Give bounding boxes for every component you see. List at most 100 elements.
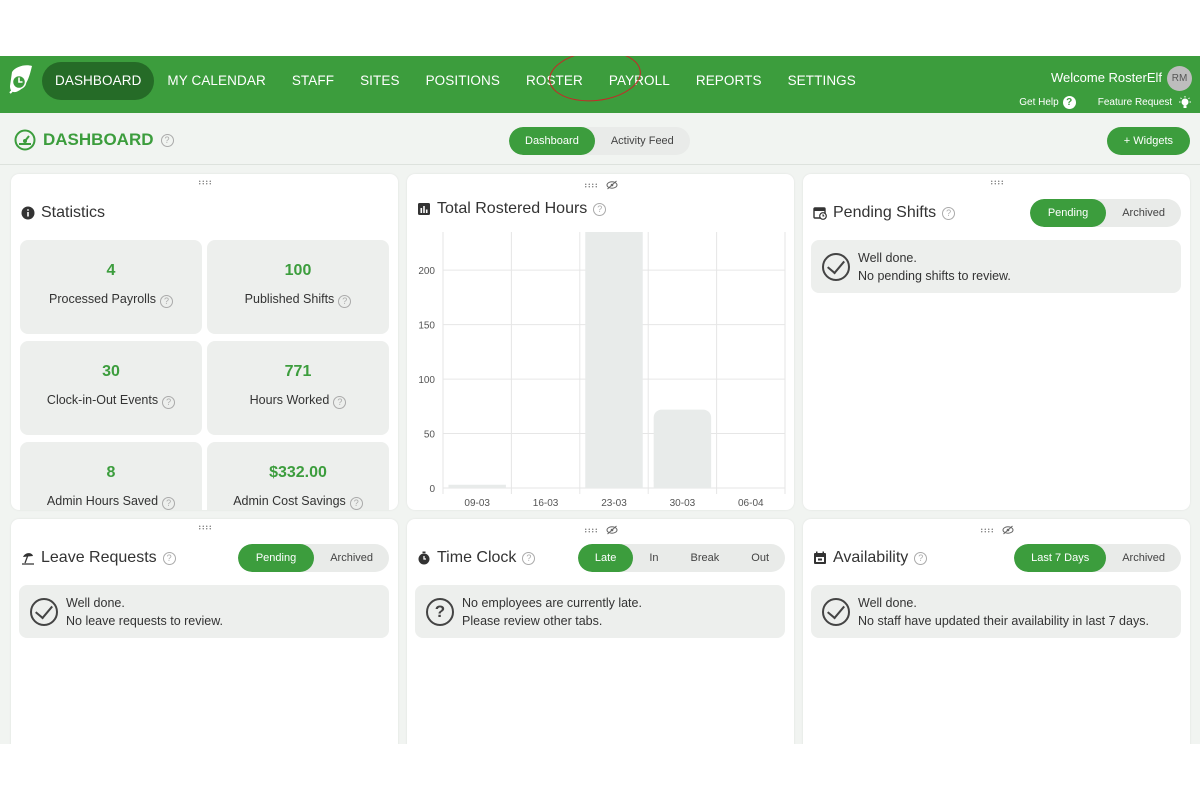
- nav-my-calendar[interactable]: MY CALENDAR: [154, 62, 278, 100]
- stat-tile: 8 Admin Hours Saved?: [20, 442, 202, 510]
- rostered-hours-title-text: Total Rostered Hours: [437, 200, 588, 217]
- message-text: Well done. No staff have updated their a…: [858, 594, 1149, 630]
- tab-archived[interactable]: Archived: [1106, 544, 1181, 572]
- nav-menu: DASHBOARD MY CALENDAR STAFF SITES POSITI…: [42, 62, 869, 100]
- help-icon[interactable]: ?: [162, 396, 176, 409]
- stat-label-text: Hours Worked: [249, 393, 330, 407]
- help-icon[interactable]: ?: [914, 551, 928, 565]
- nav-sites[interactable]: SITES: [347, 62, 413, 100]
- x-tick-label: 06-04: [738, 498, 764, 509]
- tab-last-7-days[interactable]: Last 7 Days: [1014, 544, 1107, 572]
- message-line-2: No leave requests to review.: [66, 613, 224, 628]
- tab-pending[interactable]: Pending: [1029, 199, 1107, 227]
- availability-message: Well done. No staff have updated their a…: [811, 585, 1181, 638]
- leave-requests-message: Well done. No leave requests to review.: [19, 585, 389, 638]
- page-title: DASHBOARD ?: [14, 129, 174, 151]
- help-links: Get Help? Feature Request: [1019, 96, 1192, 109]
- help-icon[interactable]: ?: [593, 202, 607, 216]
- drag-handle[interactable]: [583, 180, 618, 190]
- time-clock-card: Time Clock ? Late In Break Out ? No empl…: [407, 519, 794, 744]
- time-clock-title-text: Time Clock: [437, 549, 517, 566]
- stat-label-text: Admin Hours Saved: [46, 494, 159, 508]
- hide-eye-icon[interactable]: [606, 525, 618, 535]
- stat-tile: 100 Published Shifts?: [207, 240, 389, 334]
- y-tick-label: 0: [429, 484, 435, 495]
- help-icon[interactable]: ?: [522, 551, 536, 565]
- help-icon[interactable]: ?: [349, 497, 363, 510]
- drag-handle[interactable]: [989, 180, 1004, 185]
- tab-dashboard[interactable]: Dashboard: [509, 127, 595, 155]
- help-icon[interactable]: ?: [162, 551, 176, 565]
- tab-break[interactable]: Break: [675, 544, 736, 572]
- help-icon[interactable]: ?: [160, 133, 174, 147]
- stat-label-text: Clock-in-Out Events: [46, 393, 159, 407]
- get-help-link[interactable]: Get Help?: [1019, 96, 1076, 109]
- question-circle-icon: ?: [426, 597, 454, 626]
- help-icon[interactable]: ?: [160, 295, 173, 308]
- welcome-text: Welcome RosterElf: [1050, 70, 1162, 85]
- nav-payroll[interactable]: PAYROLL: [596, 62, 683, 100]
- message-text: Well done. No pending shifts to review.: [858, 249, 1011, 285]
- add-widgets-button[interactable]: + Widgets: [1106, 127, 1190, 155]
- message-text: Well done. No leave requests to review.: [66, 594, 223, 630]
- bar: [448, 484, 506, 488]
- tab-activity-feed[interactable]: Activity Feed: [595, 127, 690, 155]
- x-tick-label: 16-03: [533, 498, 559, 509]
- drag-handle[interactable]: [197, 180, 212, 185]
- tab-out[interactable]: Out: [735, 544, 785, 572]
- help-icon[interactable]: ?: [338, 295, 352, 308]
- beach-umbrella-icon: [22, 553, 34, 565]
- bar: [653, 409, 712, 488]
- time-clock-title: Time Clock ?: [417, 549, 536, 567]
- y-tick-label: 150: [418, 321, 435, 332]
- help-icon[interactable]: ?: [333, 396, 347, 409]
- tab-late[interactable]: Late: [577, 544, 634, 572]
- avatar[interactable]: RM: [1167, 66, 1192, 91]
- lightbulb-icon: [1179, 96, 1191, 108]
- drag-handle[interactable]: [979, 525, 1014, 535]
- pending-shifts-card: Pending Shifts ? Pending Archived Well d…: [803, 174, 1190, 510]
- feature-request-link[interactable]: Feature Request: [1098, 96, 1192, 109]
- pending-shifts-message: Well done. No pending shifts to review.: [811, 240, 1181, 293]
- speedometer-icon: [14, 129, 36, 151]
- view-toggle: Dashboard Activity Feed: [509, 127, 690, 155]
- time-clock-tabs: Late In Break Out: [577, 544, 785, 572]
- hide-eye-icon[interactable]: [1002, 525, 1014, 535]
- stat-tile: $332.00 Admin Cost Savings?: [207, 442, 389, 510]
- drag-dots-icon: [197, 525, 212, 530]
- nav-reports[interactable]: REPORTS: [683, 62, 775, 100]
- nav-roster[interactable]: ROSTER: [513, 62, 596, 100]
- nav-dashboard[interactable]: DASHBOARD: [42, 62, 155, 100]
- help-icon[interactable]: ?: [942, 206, 956, 220]
- statistics-title: Statistics: [21, 204, 105, 222]
- drag-handle[interactable]: [583, 525, 618, 535]
- y-tick-label: 50: [424, 430, 436, 441]
- stat-tile: 771 Hours Worked?: [207, 341, 389, 435]
- leave-requests-title-text: Leave Requests: [41, 549, 157, 566]
- tab-in[interactable]: In: [633, 544, 674, 572]
- message-text: No employees are currently late. Please …: [462, 594, 642, 630]
- nav-settings[interactable]: SETTINGS: [775, 62, 869, 100]
- calendar-clock-icon: [813, 207, 827, 220]
- pending-shifts-title-text: Pending Shifts: [833, 204, 937, 221]
- check-circle-icon: [30, 597, 58, 626]
- help-icon[interactable]: ?: [162, 497, 176, 510]
- stat-label: Clock-in-Out Events?: [20, 393, 202, 409]
- stopwatch-icon: [418, 551, 430, 565]
- drag-dots-icon: [197, 180, 212, 185]
- tab-pending[interactable]: Pending: [237, 544, 315, 572]
- tab-archived[interactable]: Archived: [1106, 199, 1181, 227]
- tab-archived[interactable]: Archived: [314, 544, 389, 572]
- leave-requests-card: Leave Requests ? Pending Archived Well d…: [11, 519, 398, 744]
- check-circle-icon: [822, 252, 850, 281]
- x-tick-label: 09-03: [464, 498, 490, 509]
- nav-staff[interactable]: STAFF: [279, 62, 347, 100]
- stat-value: 771: [284, 363, 312, 380]
- nav-positions[interactable]: POSITIONS: [413, 62, 513, 100]
- stat-value: 30: [102, 363, 120, 380]
- drag-handle[interactable]: [197, 525, 212, 530]
- rosterelf-logo[interactable]: [6, 64, 34, 98]
- check-circle-icon: [822, 597, 850, 626]
- stat-label: Admin Hours Saved?: [20, 494, 202, 510]
- hide-eye-icon[interactable]: [606, 180, 618, 190]
